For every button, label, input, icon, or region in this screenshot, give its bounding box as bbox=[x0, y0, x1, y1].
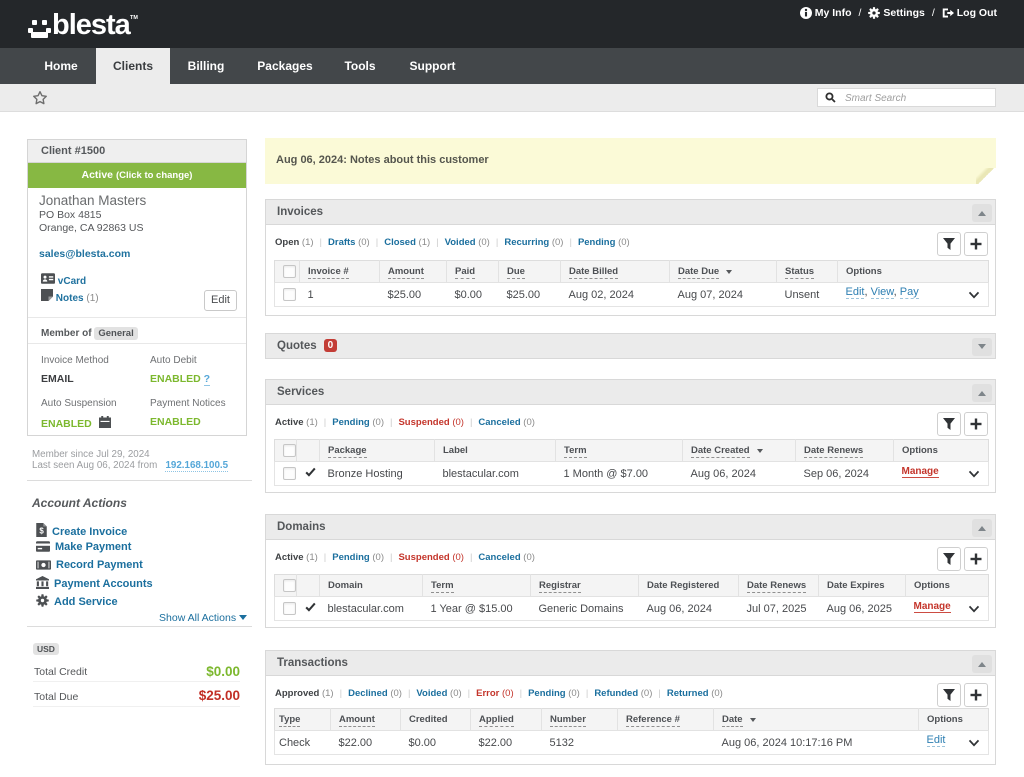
svg-text:$: $ bbox=[39, 527, 44, 536]
